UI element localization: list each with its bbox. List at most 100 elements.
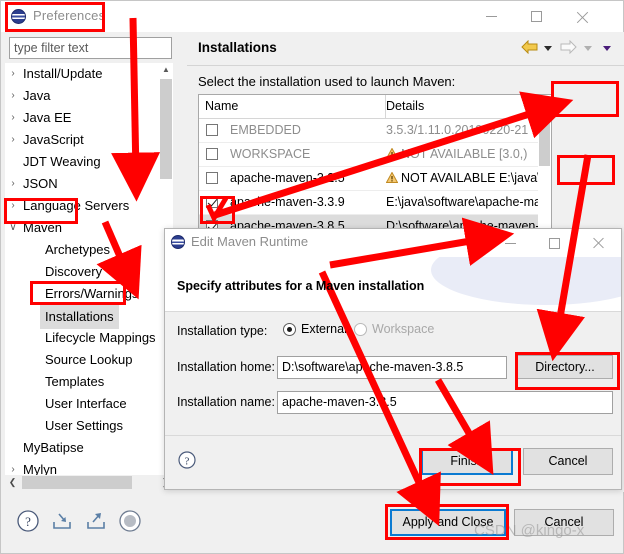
cell-details-text: E:\java\software\apache-mav (386, 195, 548, 209)
sidebar-item-label: JSON (23, 176, 58, 191)
help-icon[interactable]: ? (15, 508, 41, 534)
sidebar-item-user-settings[interactable]: User Settings (5, 415, 173, 437)
filter-input[interactable]: type filter text (9, 37, 172, 59)
cell-details-text: NOT AVAILABLE E:\java\s (401, 171, 547, 185)
pane-navigation (520, 39, 616, 58)
tree-horizontal-scrollbar[interactable]: ❮ ❯ (5, 475, 173, 490)
row-checkbox[interactable] (206, 148, 218, 160)
table-row[interactable]: EMBEDDED 3.5.3/1.11.0.20190220-21 (199, 119, 551, 143)
radio-external[interactable] (283, 323, 296, 336)
dialog-footer: ? Finish Cancel (165, 435, 621, 489)
close-icon[interactable] (577, 229, 621, 257)
row-checkbox[interactable] (206, 124, 218, 136)
sidebar-item-discovery[interactable]: Discovery (5, 261, 173, 283)
scroll-left-icon[interactable]: ❮ (5, 475, 20, 490)
chevron-right-icon[interactable]: › (5, 85, 21, 107)
cell-details-text: 3.5.3/1.11.0.20190220-21 (386, 123, 529, 137)
minimize-icon[interactable] (470, 1, 515, 31)
sidebar-item-mybatipse[interactable]: MyBatipse (5, 437, 173, 459)
import-icon[interactable] (49, 508, 75, 534)
minimize-icon[interactable] (489, 229, 533, 257)
sidebar-item-label: Errors/Warnings (45, 286, 139, 301)
finish-button[interactable]: Finish (421, 448, 513, 475)
sidebar-item-archetypes[interactable]: Archetypes (5, 239, 173, 261)
row-checkbox[interactable] (206, 172, 218, 184)
table-row[interactable]: apache-maven-3.2.5 NOT AVAILABLE E:\java\… (199, 167, 551, 191)
scroll-thumb-horizontal[interactable] (22, 476, 132, 489)
cell-name: EMBEDDED (230, 123, 301, 137)
back-dropdown-icon[interactable] (543, 46, 552, 51)
sidebar-item-label: Installations (40, 305, 119, 329)
radio-workspace[interactable] (354, 323, 367, 336)
sidebar-item-installations[interactable]: Installations (5, 305, 173, 329)
chevron-right-icon[interactable]: › (5, 195, 21, 217)
pane-header: Installations (187, 32, 624, 66)
sidebar-item-javascript[interactable]: › JavaScript (5, 129, 173, 151)
maximize-icon[interactable] (533, 229, 577, 257)
sidebar-item-json[interactable]: › JSON (5, 173, 173, 195)
installation-home-input[interactable]: D:\software\apache-maven-3.8.5 (277, 356, 507, 379)
back-arrow-icon[interactable] (520, 39, 538, 57)
sidebar-item-label: Discovery (45, 264, 103, 279)
chevron-right-icon[interactable]: › (5, 129, 21, 151)
cancel-button[interactable]: Cancel (514, 509, 614, 536)
sidebar-item-java[interactable]: › Java (5, 85, 173, 107)
cell-details: 3.5.3/1.11.0.20190220-21 (386, 119, 551, 142)
sidebar-item-label: Templates (45, 374, 105, 389)
sidebar-item-label: Lifecycle Mappings (45, 330, 156, 345)
table-row[interactable]: WORKSPACE NOT AVAILABLE [3.0,) (199, 143, 551, 167)
scroll-thumb[interactable] (539, 120, 550, 166)
cell-name: apache-maven-3.2.5 (230, 171, 345, 185)
installation-name-label: Installation name: (177, 395, 275, 409)
view-menu-icon[interactable] (603, 46, 611, 51)
scroll-thumb[interactable] (160, 79, 172, 179)
apply-and-close-button[interactable]: Apply and Close (390, 509, 506, 536)
sidebar-item-errors-warnings[interactable]: Errors/Warnings (5, 283, 173, 305)
installations-table[interactable]: Name Details EMBEDDED 3.5.3/1.11.0.201902… (198, 94, 552, 249)
sidebar-item-user-interface[interactable]: User Interface (5, 393, 173, 415)
sidebar-item-lifecycle-mappings[interactable]: Lifecycle Mappings (5, 327, 173, 349)
dialog-cancel-button[interactable]: Cancel (523, 448, 613, 475)
chevron-right-icon[interactable]: › (5, 173, 21, 195)
sidebar-item-java-ee[interactable]: › Java EE (5, 107, 173, 129)
sidebar-item-source-lookup[interactable]: Source Lookup (5, 349, 173, 371)
sidebar-item-label: JavaScript (23, 132, 84, 147)
sidebar-item-label: MyBatipse (23, 440, 84, 455)
page-title: Installations (198, 40, 277, 55)
column-header-name[interactable]: Name (199, 95, 386, 118)
column-header-details[interactable]: Details (380, 95, 551, 118)
sidebar-item-maven[interactable]: ∨ Maven (5, 217, 173, 239)
row-checkbox[interactable] (206, 196, 218, 208)
preferences-tree[interactable]: › Install/Update › Java › Java EE › JavaScript J… (5, 63, 173, 488)
help-icon[interactable]: ? (177, 450, 197, 470)
cell-details-text: NOT AVAILABLE [3.0,) (401, 147, 528, 161)
maximize-icon[interactable] (515, 1, 560, 31)
radio-workspace-label[interactable]: Workspace (372, 322, 434, 336)
scroll-up-icon[interactable]: ▲ (159, 63, 173, 77)
table-row[interactable]: apache-maven-3.3.9 E:\java\software\apach… (199, 191, 551, 215)
sidebar-item-label: Language Servers (23, 198, 130, 213)
sidebar-item-label: Source Lookup (45, 352, 133, 367)
directory-button[interactable]: Directory... (517, 355, 613, 379)
dialog-banner: Specify attributes for a Maven installat… (165, 257, 621, 311)
sidebar-item-label: Maven (23, 220, 63, 235)
sidebar-item-jdt-weaving[interactable]: JDT Weaving (5, 151, 173, 173)
radio-external-label[interactable]: External (301, 322, 347, 336)
chevron-right-icon[interactable]: › (5, 107, 21, 129)
restore-defaults-icon[interactable] (117, 508, 143, 534)
chevron-down-icon[interactable]: ∨ (5, 217, 21, 239)
sidebar-item-install-update[interactable]: › Install/Update (5, 63, 173, 85)
sidebar-item-label: Install/Update (23, 66, 103, 81)
dialog-titlebar: Edit Maven Runtime (165, 229, 621, 257)
eclipse-icon (171, 235, 185, 249)
forward-arrow-icon (560, 39, 578, 57)
sidebar-item-templates[interactable]: Templates (5, 371, 173, 393)
chevron-right-icon[interactable]: › (5, 63, 21, 85)
sidebar-item-language-servers[interactable]: › Language Servers (5, 195, 173, 217)
sidebar-item-label: JDT Weaving (23, 154, 101, 169)
dialog-title: Edit Maven Runtime (191, 234, 309, 249)
close-icon[interactable] (560, 1, 605, 31)
export-icon[interactable] (83, 508, 109, 534)
installation-name-input[interactable]: apache-maven-3.8.5 (277, 391, 613, 414)
forward-dropdown-icon[interactable] (583, 46, 592, 51)
